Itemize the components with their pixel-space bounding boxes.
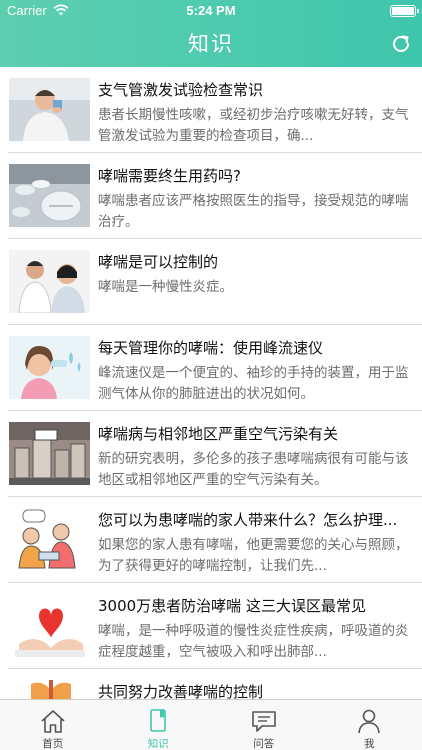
status-time: 5:24 PM <box>186 3 236 18</box>
tab-home[interactable]: 首页 <box>0 700 106 750</box>
tab-label: 我 <box>364 738 375 750</box>
article-thumbnail <box>9 594 90 657</box>
article-title: 每天管理你的哮喘：使用峰流速仪 <box>98 339 324 357</box>
battery-icon <box>390 5 419 17</box>
article-item[interactable]: 哮喘需要终生用药吗? 哮喘患者应该严格按照医生的指导，接受规范的哮喘治疗。 <box>8 153 422 239</box>
user-icon <box>358 709 381 734</box>
article-item[interactable]: 每天管理你的哮喘：使用峰流速仪 峰流速仪是一个便宜的、袖珍的手持的装置，用于监测… <box>8 325 422 411</box>
article-title: 哮喘需要终生用药吗? <box>98 167 241 185</box>
article-item[interactable]: 共同努力改善哮喘的控制 <box>8 669 422 699</box>
article-title: 您可以为患哮喘的家人带来什么？怎么护理... <box>98 511 398 529</box>
refresh-icon[interactable] <box>390 33 412 55</box>
article-item[interactable]: 哮喘病与相邻地区严重空气污染有关 新的研究表明，多伦多的孩子患哮喘病很有可能与该… <box>8 411 422 497</box>
tab-label: 问答 <box>253 738 275 750</box>
article-title: 哮喘是可以控制的 <box>98 253 219 271</box>
article-summary: 哮喘是一种慢性炎症。 <box>98 279 233 295</box>
article-title: 哮喘病与相邻地区严重空气污染有关 <box>98 425 339 443</box>
book-icon <box>150 709 167 732</box>
article-summary: 新的研究表明，多伦多的孩子患哮喘病很有可能与该地区或相邻地区严重的空气污染有关。 <box>98 451 409 488</box>
article-thumbnail <box>9 250 90 313</box>
page-title: 知识 <box>188 32 234 56</box>
article-thumbnail <box>9 680 90 699</box>
home-icon <box>41 710 65 733</box>
tab-qa[interactable]: 问答 <box>211 700 317 750</box>
article-thumbnail <box>9 78 90 141</box>
tab-label: 知识 <box>147 738 169 750</box>
article-item[interactable]: 哮喘是可以控制的 哮喘是一种慢性炎症。 <box>8 239 422 325</box>
status-bar: Carrier 5:24 PM <box>0 0 422 22</box>
tab-me[interactable]: 我 <box>317 700 422 750</box>
article-thumbnail <box>9 508 90 571</box>
article-title: 支气管激发试验检查常识 <box>98 81 264 99</box>
article-summary: 哮喘患者应该严格按照医生的指导，接受规范的哮喘治疗。 <box>98 193 409 230</box>
tab-bar: 首页 知识 问答 我 <box>0 699 422 750</box>
article-summary: 峰流速仪是一个便宜的、袖珍的手持的装置，用于监测气体从你的肺脏进出的状况如何。 <box>98 365 409 402</box>
article-thumbnail <box>9 336 90 399</box>
nav-header: Carrier 5:24 PM 知识 <box>0 0 422 67</box>
article-item[interactable]: 支气管激发试验检查常识 患者长期慢性咳嗽，或经初步治疗咳嗽无好转，支气管激发试验… <box>8 67 422 153</box>
tab-label: 首页 <box>42 738 64 750</box>
article-list[interactable]: 支气管激发试验检查常识 患者长期慢性咳嗽，或经初步治疗咳嗽无好转，支气管激发试验… <box>0 67 422 699</box>
chat-icon <box>251 711 276 732</box>
article-title: 共同努力改善哮喘的控制 <box>98 683 264 699</box>
article-thumbnail <box>9 164 90 227</box>
article-summary: 如果您的家人患有哮喘，他更需要您的关心与照顾，为了获得更好的哮喘控制，让我们先.… <box>98 537 409 574</box>
article-summary: 哮喘，是一种呼吸道的慢性炎症性疾病，呼吸道的炎症程度越重，空气被吸入和呼出肺部.… <box>98 623 409 660</box>
article-title: 3000万患者防治哮喘 这三大误区最常见 <box>98 597 366 615</box>
tab-knowledge[interactable]: 知识 <box>106 700 212 750</box>
article-summary: 患者长期慢性咳嗽，或经初步治疗咳嗽无好转，支气管激发试验为重要的检查项目，确..… <box>98 107 409 144</box>
article-item[interactable]: 您可以为患哮喘的家人带来什么？怎么护理... 如果您的家人患有哮喘，他更需要您的… <box>8 497 422 583</box>
article-item[interactable]: 3000万患者防治哮喘 这三大误区最常见 哮喘，是一种呼吸道的慢性炎症性疾病，呼… <box>8 583 422 669</box>
article-thumbnail <box>9 422 90 485</box>
